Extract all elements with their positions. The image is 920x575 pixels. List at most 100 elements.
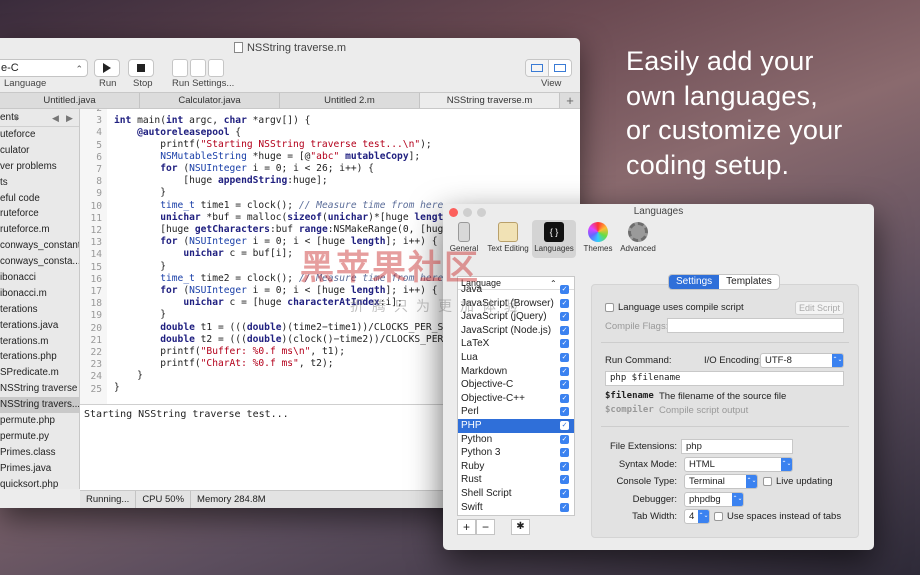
syntax-mode-select[interactable]: HTML ⌃⌄ xyxy=(684,457,793,472)
zoom-icon[interactable] xyxy=(477,208,486,217)
minimize-icon[interactable] xyxy=(463,208,472,217)
language-enabled-checkbox[interactable]: ✓ xyxy=(560,285,569,294)
language-row[interactable]: Objective-C++ ✓ xyxy=(458,392,574,406)
console-type-value: Terminal xyxy=(689,476,725,487)
forward-arrow-icon[interactable]: ▶ xyxy=(66,109,73,127)
language-enabled-checkbox[interactable]: ✓ xyxy=(560,298,569,308)
sidebar-view-icon[interactable] xyxy=(526,60,549,76)
console-view-icon[interactable] xyxy=(549,60,571,76)
sidebar-file-item[interactable]: conways_constant xyxy=(0,238,79,254)
language-enabled-checkbox[interactable]: ✓ xyxy=(560,366,569,376)
tab-width-select[interactable]: 4 ⌃⌄ xyxy=(684,509,710,524)
language-select[interactable]: e-C ⌃ xyxy=(0,59,88,77)
tab-languages[interactable]: { } Languages xyxy=(532,220,576,258)
language-row[interactable]: Swift ✓ xyxy=(458,501,574,515)
sidebar-file-item[interactable]: SPredicate.m xyxy=(0,365,79,381)
remove-language-button[interactable]: − xyxy=(476,519,495,535)
sidebar-file-item[interactable]: permute.php xyxy=(0,413,79,429)
sidebar-file-item[interactable]: ibonacci.m xyxy=(0,286,79,302)
compile-script-checkbox[interactable] xyxy=(605,303,614,312)
language-row[interactable]: LaTeX ✓ xyxy=(458,337,574,351)
language-enabled-checkbox[interactable]: ✓ xyxy=(560,352,569,362)
language-enabled-checkbox[interactable]: ✓ xyxy=(560,475,569,485)
language-enabled-checkbox[interactable]: ✓ xyxy=(560,434,569,444)
chevron-down-icon[interactable]: ▾ xyxy=(14,109,19,127)
sidebar-file-item[interactable]: NSString travers... xyxy=(0,397,79,414)
language-row[interactable]: Rust ✓ xyxy=(458,473,574,487)
sidebar-file-item[interactable]: eful code xyxy=(0,191,79,207)
language-row[interactable]: Markdown ✓ xyxy=(458,365,574,379)
templates-segment[interactable]: Templates xyxy=(719,275,779,289)
sidebar-file-item[interactable]: Primes.class xyxy=(0,445,79,461)
sidebar-file-item[interactable]: ts xyxy=(0,175,79,191)
language-enabled-checkbox[interactable]: ✓ xyxy=(560,407,569,417)
sidebar-file-item[interactable]: ver problems xyxy=(0,159,79,175)
close-icon[interactable] xyxy=(449,208,458,217)
chevron-updown-icon: ⌃⌄ xyxy=(698,510,709,523)
cpu-status: CPU 50% xyxy=(136,491,192,508)
view-toggle[interactable] xyxy=(525,59,572,77)
debugger-select[interactable]: phpdbg ⌃⌄ xyxy=(684,492,744,507)
language-row[interactable]: Perl ✓ xyxy=(458,405,574,419)
sidebar-file-item[interactable]: terations.java xyxy=(0,318,79,334)
sidebar-file-item[interactable]: Primes.java xyxy=(0,461,79,477)
run-command-input[interactable]: php $filename xyxy=(605,371,844,386)
compile-flags-input[interactable] xyxy=(667,318,844,333)
sidebar-file-item[interactable]: terations.php xyxy=(0,349,79,365)
tab-untitled-2[interactable]: Untitled 2.m xyxy=(280,93,420,108)
sidebar-file-item[interactable]: permute.py xyxy=(0,429,79,445)
stop-button[interactable] xyxy=(128,59,154,77)
language-enabled-checkbox[interactable]: ✓ xyxy=(560,380,569,390)
sidebar-file-list: uteforce culator ver problems ts eful code ru… xyxy=(0,127,79,489)
sidebar-file-item[interactable]: terations xyxy=(0,302,79,318)
language-enabled-checkbox[interactable]: ✓ xyxy=(560,488,569,498)
sidebar-file-item[interactable]: conways_consta... xyxy=(0,254,79,270)
tab-calculator-java[interactable]: Calculator.java xyxy=(140,93,280,108)
language-row[interactable]: Objective-C ✓ xyxy=(458,378,574,392)
language-row[interactable]: JavaScript (Node.js) ✓ xyxy=(458,324,574,338)
add-language-button[interactable]: + xyxy=(457,519,476,535)
use-spaces-checkbox[interactable] xyxy=(714,512,723,521)
general-icon xyxy=(458,222,470,242)
debugger-value: phpdbg xyxy=(689,494,721,505)
language-row[interactable]: Shell Script ✓ xyxy=(458,487,574,501)
tab-text-editing[interactable]: Text Editing xyxy=(485,220,531,258)
console-type-select[interactable]: Terminal ⌃⌄ xyxy=(684,474,758,489)
sidebar-file-item[interactable]: ruteforce.m xyxy=(0,222,79,238)
tab-untitled-java[interactable]: Untitled.java xyxy=(0,93,140,108)
language-enabled-checkbox[interactable]: ✓ xyxy=(560,448,569,458)
live-updating-checkbox[interactable] xyxy=(763,477,772,486)
sidebar-file-item[interactable]: NSString traverse xyxy=(0,381,79,397)
language-gear-button[interactable]: ✱ xyxy=(511,519,530,535)
run-settings-button[interactable] xyxy=(172,59,224,77)
tab-advanced[interactable]: Advanced xyxy=(617,220,659,258)
new-tab-button[interactable]: + xyxy=(560,93,580,108)
language-name: JavaScript (Node.js) xyxy=(461,324,552,336)
language-row[interactable]: Ruby ✓ xyxy=(458,460,574,474)
tab-nsstring-traverse[interactable]: NSString traverse.m xyxy=(420,93,560,108)
sidebar-file-item[interactable]: ibonacci xyxy=(0,270,79,286)
io-encoding-select[interactable]: UTF-8 ⌃⌄ xyxy=(760,353,844,368)
sidebar-file-item[interactable]: ruteforce xyxy=(0,206,79,222)
run-button[interactable] xyxy=(94,59,120,77)
language-enabled-checkbox[interactable]: ✓ xyxy=(560,502,569,512)
back-arrow-icon[interactable]: ◀ xyxy=(52,109,59,127)
language-row[interactable]: Python 3 ✓ xyxy=(458,446,574,460)
language-row[interactable]: Lua ✓ xyxy=(458,351,574,365)
language-row[interactable]: Python ✓ xyxy=(458,433,574,447)
language-enabled-checkbox[interactable]: ✓ xyxy=(560,312,569,322)
language-enabled-checkbox[interactable]: ✓ xyxy=(560,339,569,349)
sidebar-file-item[interactable]: terations.m xyxy=(0,334,79,350)
sidebar-file-item[interactable]: quicksort.php xyxy=(0,477,79,489)
language-enabled-checkbox[interactable]: ✓ xyxy=(560,325,569,335)
tab-themes[interactable]: Themes xyxy=(577,220,619,258)
sidebar-file-item[interactable]: culator xyxy=(0,143,79,159)
edit-script-button[interactable]: Edit Script xyxy=(795,301,844,315)
language-enabled-checkbox[interactable]: ✓ xyxy=(560,420,569,430)
language-enabled-checkbox[interactable]: ✓ xyxy=(560,461,569,471)
settings-segment[interactable]: Settings xyxy=(669,275,720,289)
sidebar-file-item[interactable]: uteforce xyxy=(0,127,79,143)
file-extensions-input[interactable]: php xyxy=(681,439,793,454)
language-row[interactable]: PHP ✓ xyxy=(458,418,574,433)
language-enabled-checkbox[interactable]: ✓ xyxy=(560,393,569,403)
